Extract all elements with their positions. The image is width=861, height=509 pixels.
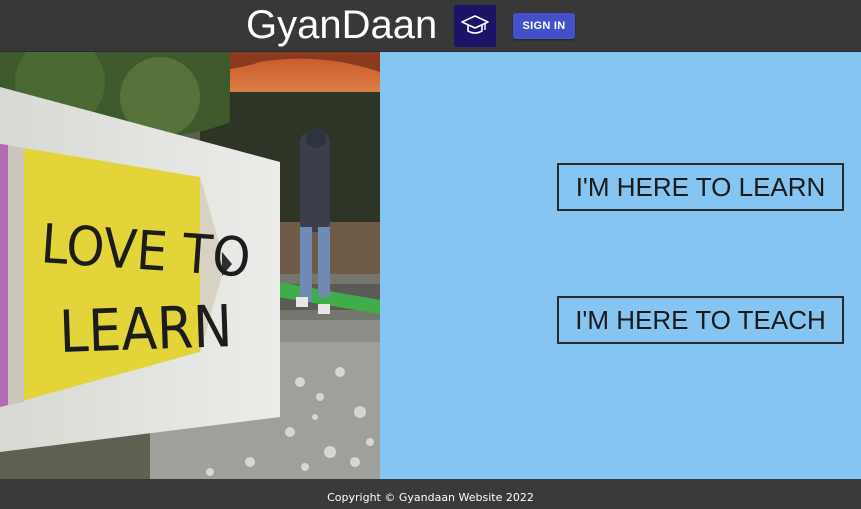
site-header: GyanDaan SIGN IN (0, 0, 861, 52)
brand-name[interactable]: GyanDaan (246, 2, 437, 48)
teach-button[interactable]: I'M HERE TO TEACH (557, 296, 844, 344)
signin-button[interactable]: SIGN IN (513, 13, 575, 39)
copyright-text: Copyright © Gyandaan Website 2022 (327, 490, 534, 504)
site-footer: Copyright © Gyandaan Website 2022 (0, 479, 861, 509)
graduation-cap-icon[interactable] (454, 5, 496, 47)
hero-image: LOVE TO LEARN (0, 52, 380, 479)
role-selection-panel: I'M HERE TO LEARN I'M HERE TO TEACH (380, 52, 861, 479)
learn-button[interactable]: I'M HERE TO LEARN (557, 163, 844, 211)
sign-text-line2: LEARN (58, 292, 233, 366)
